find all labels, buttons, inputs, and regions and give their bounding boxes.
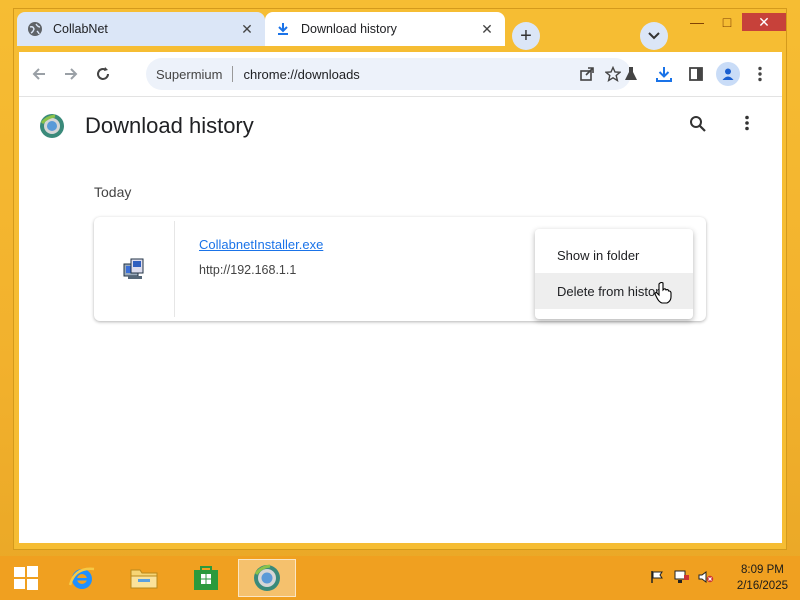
internet-explorer-taskbar-button[interactable] — [56, 559, 108, 597]
page-menu-button[interactable] — [745, 115, 749, 134]
maximize-button[interactable]: □ — [714, 13, 740, 31]
volume-muted-icon[interactable] — [698, 570, 714, 587]
page-title: Download history — [85, 113, 254, 138]
supermium-logo-icon — [39, 113, 65, 139]
site-chip: Supermium — [156, 66, 223, 82]
network-icon[interactable] — [674, 570, 690, 587]
minimize-button[interactable]: — — [684, 13, 710, 31]
download-filename-link[interactable]: CollabnetInstaller.exe — [199, 237, 323, 252]
clock-time: 8:09 PM — [741, 564, 784, 576]
back-arrow-icon — [32, 68, 45, 80]
close-window-button[interactable]: ✕ — [742, 13, 786, 31]
address-url: chrome://downloads — [243, 66, 360, 82]
download-icon — [275, 21, 291, 37]
avatar-icon — [722, 68, 734, 80]
taskbar: 8:09 PM 2/16/2025 — [0, 556, 800, 600]
share-icon[interactable] — [575, 66, 599, 82]
store-icon — [194, 566, 218, 590]
side-panel-button[interactable] — [684, 62, 708, 86]
side-panel-icon — [689, 67, 703, 81]
forward-arrow-icon — [65, 68, 78, 80]
tab-search-button[interactable] — [640, 22, 668, 50]
chevron-down-icon — [648, 32, 660, 40]
windows-logo-icon — [14, 566, 38, 590]
address-separator — [232, 66, 234, 82]
address-bar[interactable]: Supermium chrome://downloads — [146, 58, 631, 90]
labs-flask-icon[interactable] — [619, 62, 643, 86]
close-tab-icon[interactable]: ✕ — [239, 21, 255, 38]
start-button[interactable] — [0, 559, 52, 597]
back-button[interactable] — [27, 62, 51, 86]
download-icon — [656, 67, 672, 82]
close-tab-icon[interactable]: ✕ — [479, 21, 495, 38]
reload-icon — [97, 67, 109, 80]
downloads-button[interactable] — [652, 62, 676, 86]
hand-cursor-icon — [654, 281, 672, 307]
file-explorer-taskbar-button[interactable] — [118, 559, 170, 597]
profile-button[interactable] — [716, 62, 740, 86]
browser-toolbar: Supermium chrome://downloads — [19, 52, 782, 96]
search-icon — [690, 116, 706, 132]
supermium-icon — [254, 564, 280, 591]
downloads-page: Download history Today CollabnetInstalle… — [19, 96, 782, 543]
date-section-heading: Today — [94, 184, 132, 200]
more-vertical-icon — [758, 66, 762, 82]
tab-label: CollabNet — [53, 22, 108, 36]
installer-file-icon — [123, 258, 144, 279]
download-source-url[interactable]: http://192.168.1.1 — [199, 263, 296, 277]
folder-icon — [130, 569, 158, 589]
browser-menu-button[interactable] — [748, 62, 772, 86]
more-vertical-icon — [745, 115, 749, 131]
clock-date: 2/16/2025 — [736, 580, 788, 592]
tab-download-history[interactable]: Download history ✕ — [265, 12, 505, 46]
internet-explorer-icon — [68, 567, 95, 589]
globe-icon — [27, 21, 43, 37]
tab-collabnet[interactable]: CollabNet ✕ — [17, 12, 265, 46]
action-center-flag-icon[interactable] — [650, 570, 664, 587]
store-taskbar-button[interactable] — [180, 559, 232, 597]
show-in-folder-menu-item[interactable]: Show in folder — [535, 237, 693, 273]
forward-button[interactable] — [59, 62, 83, 86]
tab-label: Download history — [301, 22, 397, 36]
file-icon-cell — [94, 221, 175, 317]
search-downloads-button[interactable] — [689, 115, 707, 136]
supermium-taskbar-button[interactable] — [238, 559, 296, 597]
new-tab-button[interactable]: + — [512, 22, 540, 50]
system-clock[interactable]: 8:09 PM 2/16/2025 — [737, 562, 788, 594]
reload-button[interactable] — [91, 62, 115, 86]
